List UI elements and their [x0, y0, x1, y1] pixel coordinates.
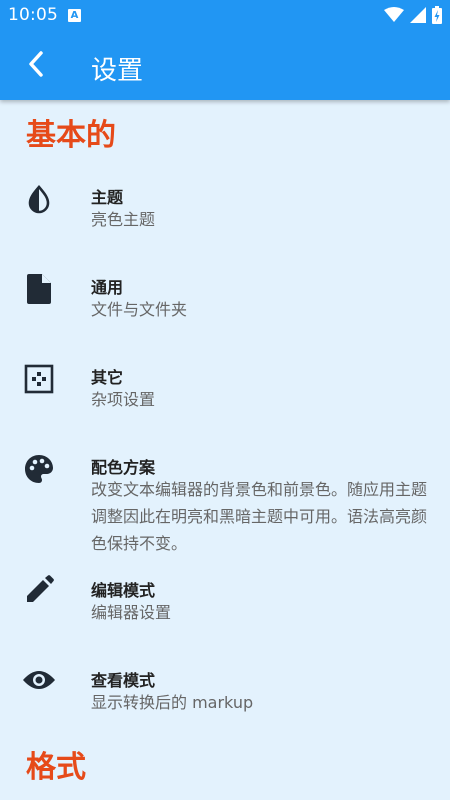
status-icons: [384, 6, 442, 24]
item-summary: 杂项设置: [91, 390, 156, 409]
setting-item-theme[interactable]: 主题 亮色主题: [0, 170, 450, 250]
pencil-icon: [22, 573, 56, 607]
item-title: 通用: [91, 278, 124, 297]
section-header-format: 格式: [26, 750, 86, 785]
a-badge-icon: A: [68, 9, 81, 22]
signal-icon: [410, 7, 426, 23]
eye-icon: [22, 663, 56, 697]
item-summary: 亮色主题: [91, 210, 156, 229]
section-header-basic: 基本的: [26, 118, 116, 153]
wifi-icon: [384, 7, 404, 22]
item-title: 配色方案: [91, 458, 156, 477]
item-summary: 改变文本编辑器的背景色和前景色。随应用主题调整因此在明亮和黑暗主题中可用。语法高…: [91, 480, 428, 553]
app-bar: 10:05 A 设置: [0, 0, 450, 100]
setting-item-other[interactable]: 其它 杂项设置: [0, 350, 450, 430]
setting-item-edit-mode[interactable]: 编辑模式 编辑器设置: [0, 563, 450, 643]
chevron-left-icon: [29, 51, 43, 77]
status-time: 10:05: [8, 5, 58, 25]
item-title: 其它: [91, 368, 124, 387]
back-button[interactable]: [18, 46, 54, 82]
setting-item-color-scheme[interactable]: 配色方案 改变文本编辑器的背景色和前景色。随应用主题调整因此在明亮和黑暗主题中可…: [0, 440, 450, 560]
page-title: 设置: [91, 56, 144, 86]
item-summary: 显示转换后的 markup: [91, 693, 254, 712]
status-bar: 10:05 A: [0, 0, 450, 32]
palette-icon: [22, 452, 56, 486]
setting-item-general[interactable]: 通用 文件与文件夹: [0, 260, 450, 340]
item-summary: 文件与文件夹: [91, 300, 188, 319]
battery-charging-icon: [432, 6, 442, 24]
item-title: 查看模式: [91, 671, 156, 690]
contrast-icon: [22, 182, 56, 216]
file-icon: [22, 272, 56, 306]
item-summary: 编辑器设置: [91, 603, 172, 622]
item-title: 编辑模式: [91, 581, 156, 600]
item-title: 主题: [91, 188, 124, 207]
dots-grid-icon: [22, 362, 56, 396]
setting-item-view-mode[interactable]: 查看模式 显示转换后的 markup: [0, 653, 450, 733]
